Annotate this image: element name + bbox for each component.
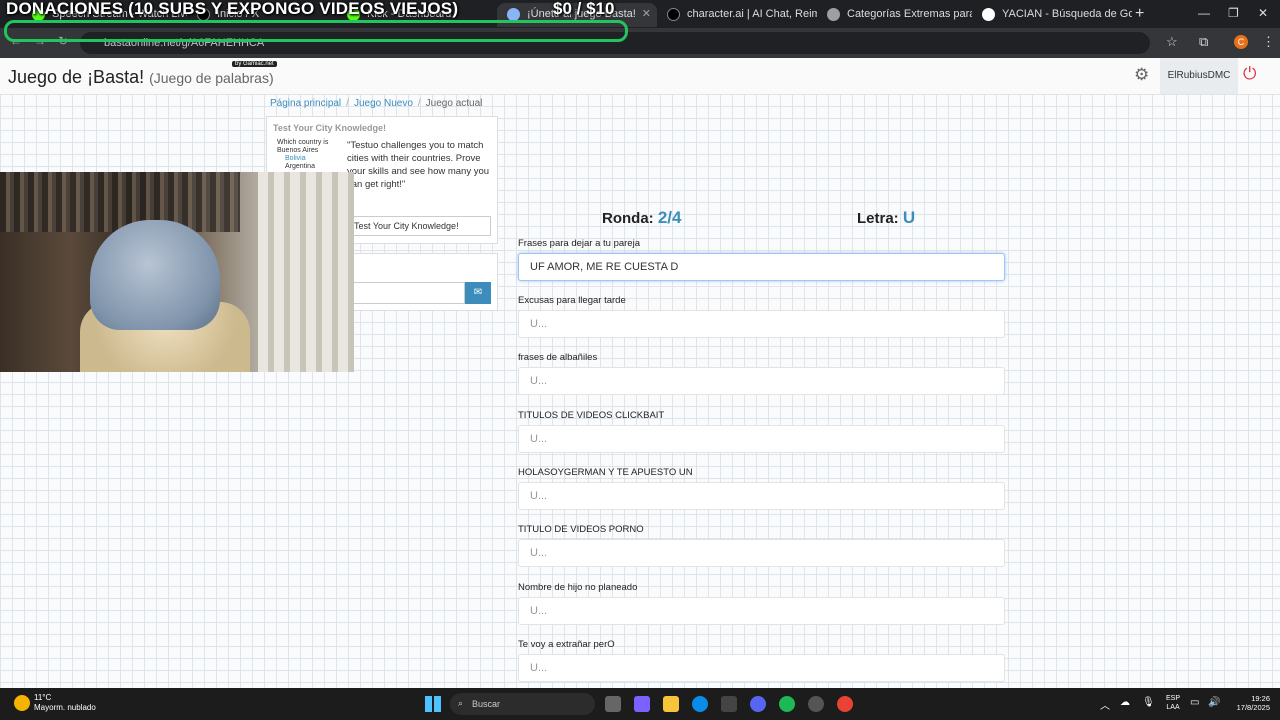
round-label: Ronda:	[602, 210, 654, 227]
category-label: Nombre de hijo no planeado	[518, 582, 638, 593]
breadcrumb-home[interactable]: Página principal	[270, 98, 341, 109]
gamiac-badge[interactable]: by Gamiac.net	[232, 61, 277, 67]
windows-taskbar: 11°C Mayorm. nublado Buscar ⌕ ︿ ☁ 🎙 ESP LA…	[0, 688, 1280, 720]
ad-text: "Testuo challenges you to match cities w…	[347, 140, 490, 190]
taskbar-clock[interactable]: 19:26 17/8/2025	[1224, 694, 1270, 712]
ad-button[interactable]: Test Your City Knowledge!	[349, 216, 491, 236]
category-input[interactable]	[518, 539, 1005, 567]
username-button[interactable]: ElRubiusDMC	[1160, 58, 1238, 94]
category-input[interactable]	[518, 597, 1005, 625]
category-input[interactable]	[518, 482, 1005, 510]
profile-avatar[interactable]: C	[1234, 35, 1248, 49]
tab-label: character.ai | AI Chat, Reimagin	[687, 8, 817, 20]
category-input[interactable]	[518, 253, 1005, 281]
stream-overlay-frame	[4, 20, 628, 42]
game-page: Juego de ¡Basta! (Juego de palabras) by …	[0, 58, 1280, 688]
round-indicator: Ronda: 2/4	[602, 208, 681, 228]
extensions-icon[interactable]: ⧉	[1199, 34, 1208, 50]
tab-label: YACIAN - Búsqueda de Google	[1002, 8, 1132, 20]
tab-favicon-icon	[982, 8, 995, 21]
language-indicator[interactable]: ESP LAA	[1166, 694, 1180, 712]
lang-code: ESP	[1166, 695, 1181, 702]
stream-overlay-goal: $0 / $10	[553, 0, 615, 18]
tab-favicon-icon	[827, 8, 840, 21]
weather-icon[interactable]	[14, 695, 30, 711]
lang-layout: LAA	[1166, 704, 1180, 711]
category-input[interactable]	[518, 310, 1005, 338]
webcam-cap	[90, 220, 220, 330]
store-icon[interactable]	[721, 696, 737, 712]
weather-widget[interactable]: 11°C Mayorm. nublado	[34, 693, 96, 713]
weather-temp: 11°C	[34, 693, 52, 702]
browser-tab[interactable]: character.ai | AI Chat, Reimagin	[657, 3, 817, 27]
stream-overlay-title: DONACIONES (10 SUBS Y EXPONGO VIDEOS VIE…	[6, 0, 459, 18]
ad-mini-option: Argentina	[285, 163, 315, 170]
category-label: Te voy a extrañar perO	[518, 639, 615, 650]
webcam-curtain	[258, 172, 354, 372]
file-explorer-icon[interactable]	[663, 696, 679, 712]
site-title-text: Juego de ¡Basta!	[8, 67, 145, 87]
category-label: Frases para dejar a tu pareja	[518, 238, 640, 249]
category-label: TITULOS DE VIDEOS CLICKBAIT	[518, 410, 665, 421]
letter-value: U	[902, 208, 916, 227]
category-label: TITULO DE VIDEOS PORNO	[518, 524, 644, 535]
network-icon[interactable]: ▭	[1190, 697, 1199, 708]
weather-desc: Mayorm. nublado	[34, 703, 96, 712]
letter-label: Letra:	[857, 210, 899, 227]
breadcrumb: Página principal / Juego Nuevo / Juego actua…	[270, 98, 482, 109]
ad-mini-option: Bolivia	[285, 155, 306, 162]
tab-favicon-icon	[667, 8, 680, 21]
clock-date: 17/8/2025	[1236, 703, 1270, 712]
site-header: Juego de ¡Basta! (Juego de palabras) by …	[0, 58, 1280, 94]
breadcrumb-current: Juego actual	[425, 98, 483, 109]
spotify-icon[interactable]	[779, 696, 795, 712]
webcam-shelf	[0, 172, 240, 232]
site-subtitle: (Juego de palabras)	[149, 70, 274, 86]
gear-icon[interactable]: ⚙	[1134, 65, 1149, 85]
clock-time: 19:26	[1251, 694, 1270, 703]
obs-icon[interactable]	[808, 696, 824, 712]
breadcrumb-separator: /	[417, 98, 421, 109]
bookmark-star-icon[interactable]: ☆	[1166, 34, 1178, 50]
power-icon[interactable]: ⏻	[1243, 64, 1256, 84]
windows-start-icon[interactable]	[425, 696, 441, 712]
taskbar-search[interactable]: Buscar	[450, 693, 595, 715]
round-value: 2/4	[657, 208, 682, 227]
page-title: Juego de ¡Basta! (Juego de palabras)	[8, 67, 274, 88]
copilot-icon[interactable]	[634, 696, 650, 712]
category-label: HOLASOYGERMAN Y TE APUESTO UN	[518, 467, 693, 478]
search-icon: ⌕	[458, 698, 464, 708]
ad-title: Test Your City Knowledge!	[273, 123, 387, 133]
browser-tab[interactable]: YACIAN - Búsqueda de Google	[972, 3, 1132, 27]
tab-label: Categorías Extremas para ju	[847, 8, 972, 20]
onedrive-icon[interactable]: ☁	[1120, 697, 1130, 708]
webcam-overlay	[0, 172, 354, 372]
discord-icon[interactable]	[750, 696, 766, 712]
letter-indicator: Letra: U	[857, 208, 915, 228]
ad-mini-question: Which country is Buenos Aires	[277, 139, 329, 154]
category-label: Excusas para llegar tarde	[518, 295, 626, 306]
task-view-icon[interactable]	[605, 696, 621, 712]
ad-mini-quiz: Which country is Buenos Aires Bolivia Ar…	[277, 139, 347, 173]
chat-send-icon[interactable]: ✉	[465, 282, 491, 304]
microphone-icon[interactable]: 🎙	[1142, 697, 1155, 708]
chrome-icon[interactable]	[837, 696, 853, 712]
breadcrumb-new-game[interactable]: Juego Nuevo	[354, 98, 413, 109]
edge-icon[interactable]	[692, 696, 708, 712]
menu-icon[interactable]: ⋮	[1262, 34, 1275, 50]
category-label: frases de albañiles	[518, 352, 598, 363]
maximize-icon[interactable]: ❐	[1228, 2, 1239, 24]
minimize-icon[interactable]: —	[1198, 2, 1210, 24]
close-tab-icon[interactable]: ✕	[642, 3, 651, 25]
tray-chevron-icon[interactable]: ︿	[1100, 697, 1110, 712]
browser-tab[interactable]: Categorías Extremas para ju	[817, 3, 972, 27]
new-tab-button[interactable]: +	[1135, 3, 1144, 25]
category-input[interactable]	[518, 425, 1005, 453]
category-input[interactable]	[518, 654, 1005, 682]
volume-icon[interactable]: 🔊	[1208, 697, 1220, 708]
close-window-icon[interactable]: ✕	[1258, 2, 1268, 24]
breadcrumb-separator: /	[346, 98, 349, 109]
category-input[interactable]	[518, 367, 1005, 395]
